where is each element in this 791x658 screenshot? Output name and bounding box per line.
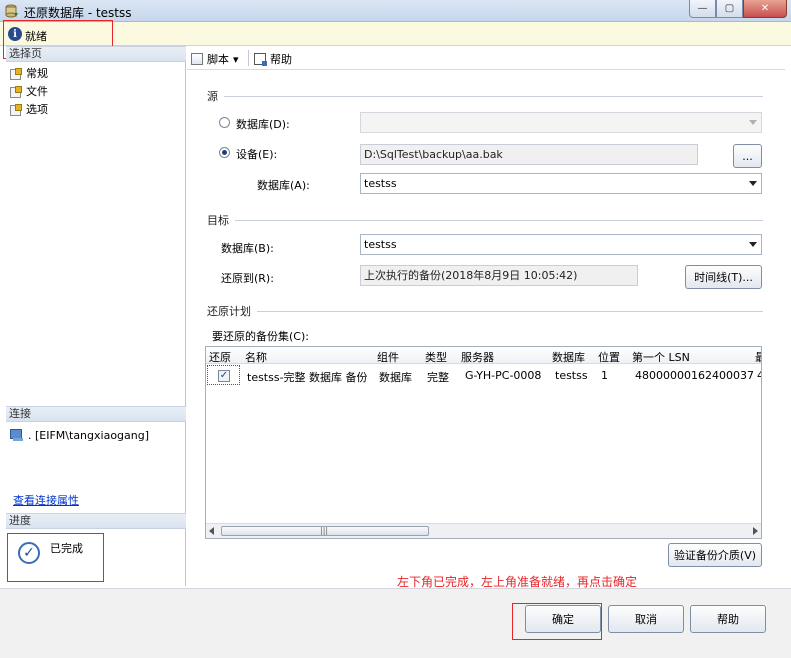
column-header-component[interactable]: 组件: [377, 349, 399, 365]
target-db-label: 数据库(B):: [221, 242, 274, 255]
sidebar-item-label: 选项: [26, 103, 48, 116]
dialog-button-bar: 确定 取消 帮助: [0, 588, 791, 658]
sidebar: 选择页 常规 文件 选项 连接 . [EIFM\tangxiaogang] 查看…: [6, 46, 186, 586]
column-header-restore[interactable]: 还原: [209, 349, 231, 365]
cell-type: 完整: [427, 371, 449, 384]
cell-server: G-YH-PC-0008: [465, 369, 542, 382]
status-bar: i 就绪: [0, 22, 791, 46]
script-label: 脚本: [207, 53, 229, 66]
timeline-button[interactable]: 时间线(T)...: [685, 265, 762, 289]
help-icon: [254, 53, 267, 66]
chevron-down-icon: [749, 120, 757, 125]
source-database-radio[interactable]: [219, 117, 230, 128]
cancel-button[interactable]: 取消: [608, 605, 684, 633]
restore-plan-group: 还原计划: [207, 303, 763, 319]
minimize-icon: —: [697, 3, 708, 14]
scroll-thumb[interactable]: |||: [221, 526, 429, 536]
cell-database: testss: [555, 369, 588, 382]
highlight-ok-box: [512, 603, 602, 640]
device-label: 设备(E):: [236, 148, 278, 161]
restore-cell: ✓: [207, 365, 240, 385]
close-button[interactable]: ✕: [743, 0, 787, 18]
column-header-server[interactable]: 服务器: [461, 349, 494, 365]
restore-checkbox[interactable]: ✓: [218, 370, 230, 382]
help-toolbar-button[interactable]: 帮助: [254, 51, 292, 67]
divider: [235, 219, 763, 221]
column-header-last-lsn[interactable]: 最: [755, 349, 761, 365]
divider: [224, 95, 763, 97]
column-header-database[interactable]: 数据库: [552, 349, 585, 365]
sidebar-item-options[interactable]: 选项: [10, 101, 48, 117]
script-button[interactable]: 脚本 ▾: [191, 51, 239, 67]
title-bar: 还原数据库 - testss — ▢ ✕: [0, 0, 791, 22]
chevron-down-icon: ▾: [233, 52, 239, 66]
device-path-field: D:\SqlTest\backup\aa.bak: [360, 144, 698, 165]
source-database-label: 数据库(D):: [236, 118, 290, 131]
browse-button[interactable]: ...: [733, 144, 762, 168]
progress-header: 进度: [6, 513, 186, 529]
connection-header: 连接: [6, 406, 186, 422]
page-icon: [10, 103, 22, 116]
database-restore-icon: [5, 4, 18, 18]
source-group: 源: [207, 88, 763, 104]
device-radio[interactable]: [219, 147, 230, 158]
target-group: 目标: [207, 212, 763, 228]
source-db-value: testss: [364, 177, 397, 190]
cell-first-lsn: 48000000162400037: [635, 369, 754, 382]
source-db-label: 数据库(A):: [257, 179, 310, 192]
source-group-label: 源: [207, 90, 218, 103]
target-group-label: 目标: [207, 214, 229, 227]
toolbar: 脚本 ▾ 帮助: [187, 46, 785, 70]
cell-name: testss-完整 数据库 备份: [247, 371, 368, 384]
divider: [257, 310, 763, 312]
source-db-select[interactable]: testss: [360, 173, 762, 194]
sidebar-item-label: 常规: [26, 67, 48, 80]
scroll-grip-icon: |||: [320, 526, 329, 535]
window-title: 还原数据库 - testss: [24, 6, 132, 20]
minimize-button[interactable]: —: [689, 0, 716, 18]
chevron-down-icon: [749, 181, 757, 186]
main-panel: 脚本 ▾ 帮助 源 数据库(D): 设备(E): D:\SqlTest\back…: [187, 46, 785, 586]
connection-item: . [EIFM\tangxiaogang]: [10, 427, 149, 443]
maximize-button[interactable]: ▢: [716, 0, 743, 18]
close-icon: ✕: [760, 3, 770, 14]
target-db-select[interactable]: testss: [360, 234, 762, 255]
table-row[interactable]: ✓ testss-完整 数据库 备份 数据库 完整 G-YH-PC-0008 t…: [206, 365, 761, 385]
column-header-type[interactable]: 类型: [425, 349, 447, 365]
connection-text: . [EIFM\tangxiaogang]: [28, 428, 150, 442]
sidebar-item-label: 文件: [26, 85, 48, 98]
restore-to-field: 上次执行的备份(2018年8月9日 10:05:42): [360, 265, 638, 286]
verify-backup-media-button[interactable]: 验证备份介质(V): [668, 543, 762, 567]
chevron-down-icon: [749, 242, 757, 247]
cell-position: 1: [601, 369, 608, 382]
column-header-position[interactable]: 位置: [598, 349, 620, 365]
highlight-progress-box: [7, 533, 104, 582]
scroll-right-icon[interactable]: [753, 527, 758, 535]
script-icon: [191, 53, 203, 65]
view-connection-properties-link[interactable]: 查看连接属性: [13, 492, 79, 508]
page-icon: [10, 67, 22, 80]
page-icon: [10, 85, 22, 98]
cell-component: 数据库: [379, 371, 412, 384]
maximize-icon: ▢: [724, 3, 735, 14]
horizontal-scrollbar[interactable]: |||: [206, 523, 761, 538]
sidebar-item-files[interactable]: 文件: [10, 83, 48, 99]
grid-header: 还原 名称 组件 类型 服务器 数据库 位置 第一个 LSN 最: [206, 347, 761, 364]
target-db-value: testss: [364, 238, 397, 251]
toolbar-separator: [248, 50, 249, 66]
source-database-select[interactable]: [360, 112, 762, 133]
restore-to-label: 还原到(R):: [221, 272, 274, 285]
server-connection-icon: [10, 429, 24, 441]
cell-last-lsn: 4: [757, 369, 761, 382]
help-label: 帮助: [270, 53, 292, 66]
restore-plan-label: 还原计划: [207, 305, 251, 318]
select-page-header: 选择页: [6, 46, 186, 62]
column-header-first-lsn[interactable]: 第一个 LSN: [632, 349, 690, 365]
column-header-name[interactable]: 名称: [245, 349, 267, 365]
backup-sets-label: 要还原的备份集(C):: [212, 330, 309, 343]
help-button[interactable]: 帮助: [690, 605, 766, 633]
backup-sets-grid[interactable]: 还原 名称 组件 类型 服务器 数据库 位置 第一个 LSN 最 ✓ tests…: [205, 346, 762, 539]
sidebar-item-general[interactable]: 常规: [10, 65, 48, 81]
scroll-left-icon[interactable]: [209, 527, 214, 535]
